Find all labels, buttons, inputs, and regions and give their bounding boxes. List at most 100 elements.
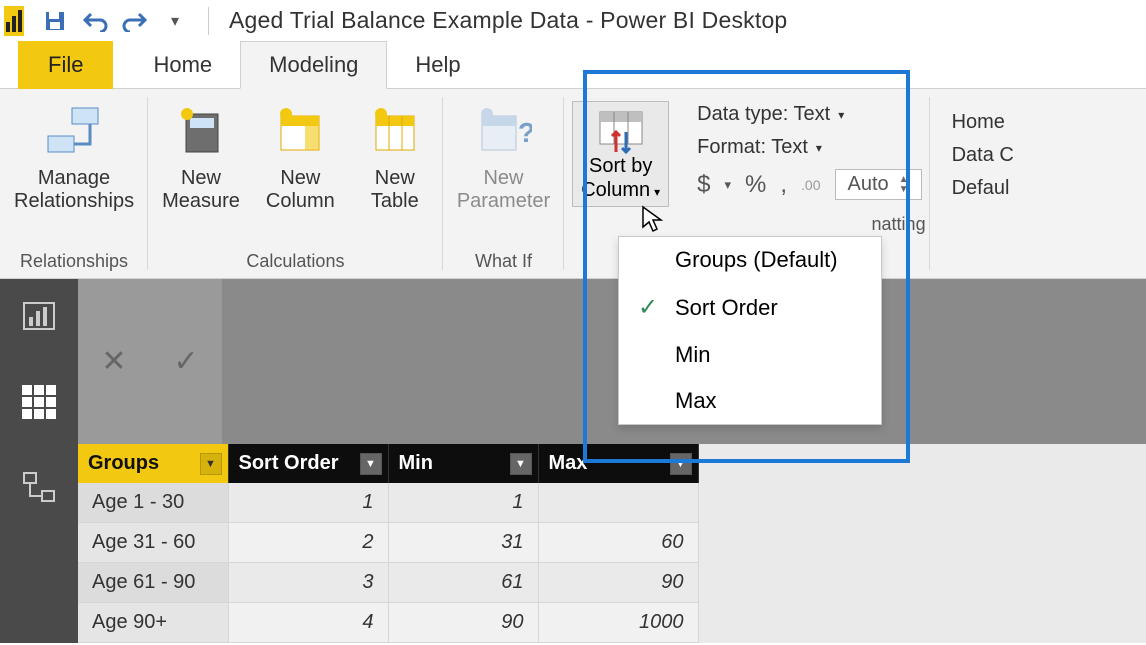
- sort-menu-sortorder[interactable]: ✓ Sort Order: [619, 283, 881, 332]
- group-properties: Home Data C Defaul: [930, 89, 1026, 278]
- tab-home[interactable]: Home: [125, 42, 240, 88]
- format-selector[interactable]: Format: Text▾: [697, 136, 921, 159]
- check-icon: ✓: [635, 293, 661, 322]
- new-column-label: New Column: [266, 167, 335, 213]
- qat-customize-icon[interactable]: ▾: [162, 8, 188, 34]
- undo-icon[interactable]: [82, 8, 108, 34]
- tab-help[interactable]: Help: [387, 42, 488, 88]
- sort-menu-max-label: Max: [675, 388, 717, 414]
- decimals-icon: .00: [801, 177, 820, 193]
- ribbon-tabs: File Home Modeling Help: [0, 42, 1146, 89]
- new-parameter-label: New Parameter: [457, 167, 550, 213]
- col-min-label: Min: [399, 452, 433, 474]
- col-min-dropdown-icon[interactable]: ▼: [510, 453, 532, 475]
- data-category-label[interactable]: Data C: [952, 144, 1014, 167]
- cell-sortorder[interactable]: 3: [228, 563, 388, 603]
- decimal-auto-box[interactable]: Auto ▲▼: [835, 169, 922, 200]
- new-table-button[interactable]: New Table: [355, 95, 435, 219]
- default-summarization-label[interactable]: Defaul: [952, 177, 1014, 200]
- stepper-icon[interactable]: ▲▼: [899, 175, 909, 195]
- table-row[interactable]: Age 1 - 3011: [78, 483, 698, 523]
- sort-by-column-label: Sort by Column: [581, 155, 652, 201]
- cell-min[interactable]: 31: [388, 523, 538, 563]
- measure-icon: [171, 101, 231, 161]
- group-whatif: ? New Parameter What If: [443, 89, 564, 278]
- col-groups-label: Groups: [88, 452, 159, 474]
- sort-menu-sortorder-label: Sort Order: [675, 295, 778, 321]
- manage-relationships-button[interactable]: Manage Relationships: [8, 95, 140, 219]
- col-max-dropdown-icon[interactable]: ▼: [670, 453, 692, 475]
- sort-menu-groups-label: Groups (Default): [675, 247, 838, 273]
- save-icon[interactable]: [42, 8, 68, 34]
- cell-sortorder[interactable]: 1: [228, 483, 388, 523]
- currency-dropdown-icon[interactable]: ▾: [725, 177, 732, 193]
- cell-min[interactable]: 61: [388, 563, 538, 603]
- app-logo-icon: [4, 6, 24, 36]
- data-view-icon[interactable]: [20, 383, 58, 421]
- new-column-button[interactable]: New Column: [260, 95, 341, 219]
- new-measure-button[interactable]: New Measure: [156, 95, 246, 219]
- data-grid: Groups ▼ Sort Order ▼ Min ▼ Max: [78, 444, 1146, 643]
- cell-sortorder[interactable]: 2: [228, 523, 388, 563]
- cell-max[interactable]: 1000: [538, 603, 698, 643]
- col-sortorder-dropdown-icon[interactable]: ▼: [360, 453, 382, 475]
- cell-groups[interactable]: Age 31 - 60: [78, 523, 228, 563]
- table-header-row: Groups ▼ Sort Order ▼ Min ▼ Max: [78, 444, 698, 483]
- currency-icon[interactable]: $: [697, 171, 710, 199]
- report-view-icon[interactable]: [20, 297, 58, 335]
- cell-groups[interactable]: Age 1 - 30: [78, 483, 228, 523]
- group-formatting-label: natting: [872, 214, 926, 235]
- group-relationships: Manage Relationships Relationships: [0, 89, 148, 278]
- col-groups-dropdown-icon[interactable]: ▼: [200, 453, 222, 475]
- cell-groups[interactable]: Age 90+: [78, 603, 228, 643]
- group-calculations-label: Calculations: [246, 251, 344, 272]
- group-calculations: New Measure New Column: [148, 89, 443, 278]
- cell-max[interactable]: [538, 483, 698, 523]
- formula-commit-icon[interactable]: ✓: [150, 279, 222, 444]
- tab-file[interactable]: File: [18, 41, 113, 89]
- table-row[interactable]: Age 90+4901000: [78, 603, 698, 643]
- group-relationships-label: Relationships: [20, 251, 128, 272]
- percent-icon[interactable]: %: [745, 171, 766, 199]
- thousands-icon[interactable]: ,: [780, 171, 787, 199]
- window-title: Aged Trial Balance Example Data - Power …: [229, 7, 787, 34]
- tab-modeling[interactable]: Modeling: [240, 41, 387, 89]
- ribbon: Manage Relationships Relationships New M…: [0, 89, 1146, 279]
- cell-min[interactable]: 90: [388, 603, 538, 643]
- sort-menu-min[interactable]: Min: [619, 332, 881, 378]
- cell-max[interactable]: 90: [538, 563, 698, 603]
- model-view-icon[interactable]: [20, 469, 58, 507]
- col-max[interactable]: Max ▼: [538, 444, 698, 483]
- data-type-selector[interactable]: Data type: Text▾: [697, 103, 921, 126]
- cell-min[interactable]: 1: [388, 483, 538, 523]
- parameter-icon: ?: [474, 101, 534, 161]
- cell-sortorder[interactable]: 4: [228, 603, 388, 643]
- formula-bar: ✕ ✓: [78, 279, 1146, 444]
- main-pane: ✕ ✓ Groups ▼ Sort Order ▼: [0, 279, 1146, 643]
- divider: [208, 7, 209, 35]
- table-row[interactable]: Age 31 - 6023160: [78, 523, 698, 563]
- cell-max[interactable]: 60: [538, 523, 698, 563]
- svg-text:?: ?: [518, 117, 532, 148]
- titlebar: ▾ Aged Trial Balance Example Data - Powe…: [0, 0, 1146, 42]
- redo-icon[interactable]: [122, 8, 148, 34]
- col-sortorder[interactable]: Sort Order ▼: [228, 444, 388, 483]
- group-whatif-label: What If: [475, 251, 532, 272]
- table-row[interactable]: Age 61 - 9036190: [78, 563, 698, 603]
- cell-groups[interactable]: Age 61 - 90: [78, 563, 228, 603]
- decimal-auto-label: Auto: [848, 173, 889, 196]
- sort-by-column-button[interactable]: Sort by Column▾: [572, 101, 669, 207]
- col-min[interactable]: Min ▼: [388, 444, 538, 483]
- sort-menu-max[interactable]: Max: [619, 378, 881, 424]
- new-table-label: New Table: [371, 167, 419, 213]
- formula-cancel-icon[interactable]: ✕: [78, 279, 150, 444]
- relationships-icon: [44, 101, 104, 161]
- view-rail: [0, 279, 78, 643]
- col-max-label: Max: [549, 452, 588, 474]
- home-table-label[interactable]: Home: [952, 111, 1014, 134]
- sort-menu-groups[interactable]: Groups (Default): [619, 237, 881, 283]
- manage-relationships-label: Manage Relationships: [14, 167, 134, 213]
- table-icon: [365, 101, 425, 161]
- col-groups[interactable]: Groups ▼: [78, 444, 228, 483]
- new-parameter-button[interactable]: ? New Parameter: [451, 95, 556, 219]
